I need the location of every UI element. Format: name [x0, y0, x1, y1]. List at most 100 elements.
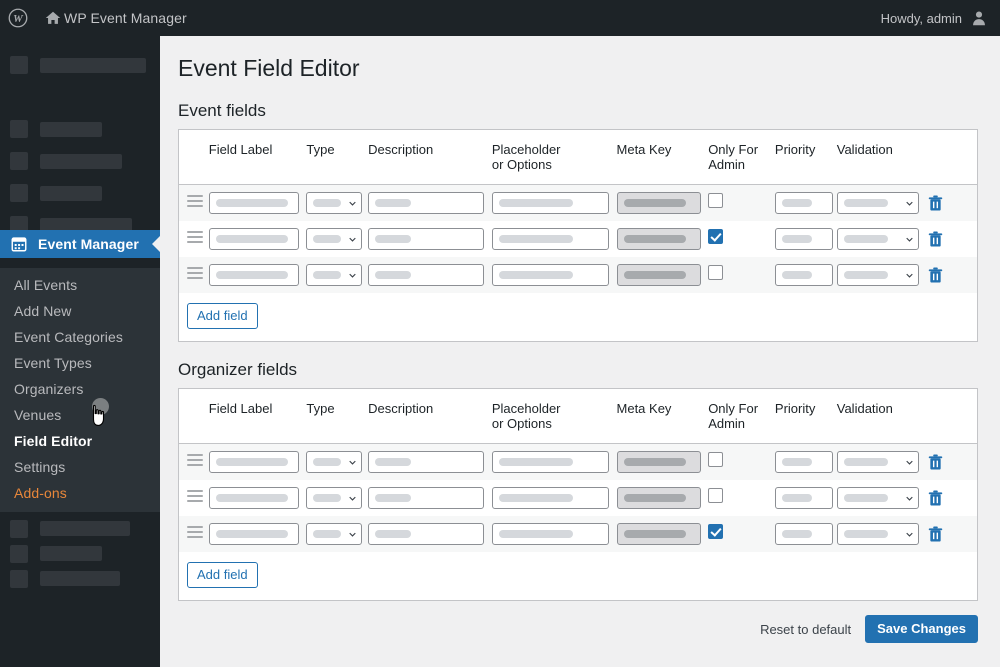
description-input[interactable]: [368, 523, 485, 545]
delete-cell: [928, 257, 977, 293]
drag-handle-cell[interactable]: [179, 444, 209, 481]
trash-icon[interactable]: [928, 230, 943, 248]
user-avatar-icon[interactable]: [970, 9, 988, 27]
drag-handle-icon[interactable]: [187, 195, 203, 207]
admin-bar-right: Howdy, admin: [881, 9, 1000, 27]
form-actions: Reset to default Save Changes: [160, 615, 978, 643]
drag-handle-cell[interactable]: [179, 257, 209, 293]
validation-select[interactable]: [836, 523, 919, 545]
placeholder-input[interactable]: [491, 523, 609, 545]
placeholder-input[interactable]: [491, 487, 609, 509]
only-for-admin-checkbox[interactable]: [708, 193, 724, 208]
only-for-admin-checkbox[interactable]: [708, 452, 724, 467]
drag-handle-cell[interactable]: [179, 221, 209, 257]
type-select[interactable]: [306, 523, 363, 545]
priority-input[interactable]: [774, 451, 833, 473]
sidebar-item-field-editor[interactable]: Field Editor: [0, 428, 160, 454]
field-label-input[interactable]: [208, 487, 299, 509]
placeholder-cell: [491, 516, 617, 552]
add-field-button-event[interactable]: Add field: [187, 303, 258, 329]
validation-select[interactable]: [836, 192, 919, 214]
sidebar-item-organizers[interactable]: Organizers: [0, 376, 160, 402]
sidebar-item-add-new[interactable]: Add New: [0, 298, 160, 324]
wordpress-logo-button[interactable]: W: [0, 0, 36, 36]
section-title-organizer-fields: Organizer fields: [178, 360, 298, 379]
sidebar-item-venues[interactable]: Venues: [0, 402, 160, 428]
type-select[interactable]: [306, 228, 363, 250]
trash-icon[interactable]: [928, 194, 943, 212]
placeholder-input[interactable]: [491, 264, 609, 286]
only-for-admin-checkbox[interactable]: [708, 488, 724, 503]
validation-cell: [836, 185, 929, 222]
reset-to-default-button[interactable]: Reset to default: [760, 622, 851, 637]
trash-icon[interactable]: [928, 266, 943, 284]
priority-input[interactable]: [774, 192, 833, 214]
trash-icon[interactable]: [928, 453, 943, 471]
howdy-greeting[interactable]: Howdy, admin: [881, 11, 962, 26]
priority-input[interactable]: [774, 487, 833, 509]
type-select[interactable]: [306, 192, 363, 214]
meta-key-input: [616, 192, 701, 214]
description-input[interactable]: [368, 192, 485, 214]
only-for-admin-checkbox[interactable]: [708, 524, 724, 539]
sidebar-item-event-categories[interactable]: Event Categories: [0, 324, 160, 350]
field-label-input[interactable]: [208, 264, 299, 286]
trash-icon[interactable]: [928, 525, 943, 543]
chevron-down-icon: [906, 273, 913, 278]
sidebar-item-event-manager[interactable]: Event Manager: [0, 230, 160, 258]
drag-handle-icon[interactable]: [187, 267, 203, 279]
sidebar-skeleton-bottom: [0, 516, 160, 591]
description-cell: [368, 185, 492, 222]
field-label-input[interactable]: [208, 523, 299, 545]
description-input[interactable]: [368, 228, 485, 250]
type-select[interactable]: [306, 264, 363, 286]
sidebar-item-event-types[interactable]: Event Types: [0, 350, 160, 376]
description-input[interactable]: [368, 264, 485, 286]
trash-icon[interactable]: [928, 489, 943, 507]
col-placeholder-line1: Placeholder: [491, 401, 561, 416]
meta-key-cell: [616, 185, 709, 222]
placeholder-input[interactable]: [491, 228, 609, 250]
type-select[interactable]: [306, 487, 363, 509]
col-admin-line2: Admin: [708, 157, 746, 172]
placeholder-cell: [491, 257, 617, 293]
chevron-down-icon: [906, 237, 913, 242]
drag-handle-cell[interactable]: [179, 185, 209, 222]
sidebar-item-settings[interactable]: Settings: [0, 454, 160, 480]
col-admin-line1: Only For: [708, 142, 759, 157]
priority-input[interactable]: [774, 228, 833, 250]
drag-handle-icon[interactable]: [187, 454, 203, 466]
sidebar-item-add-ons[interactable]: Add-ons: [0, 480, 160, 506]
field-label-input[interactable]: [208, 451, 299, 473]
add-field-button-organizer[interactable]: Add field: [187, 562, 258, 588]
save-changes-button[interactable]: Save Changes: [865, 615, 978, 643]
col-only-for-admin: Only For Admin: [708, 130, 775, 185]
description-input[interactable]: [368, 451, 485, 473]
drag-handle-cell[interactable]: [179, 516, 209, 552]
drag-handle-cell[interactable]: [179, 480, 209, 516]
only-for-admin-checkbox[interactable]: [708, 265, 724, 280]
site-home-button[interactable]: WP Event Manager: [36, 0, 195, 36]
drag-handle-icon[interactable]: [187, 490, 203, 502]
validation-select[interactable]: [836, 228, 919, 250]
placeholder-input[interactable]: [491, 451, 609, 473]
field-label-input[interactable]: [208, 228, 299, 250]
sidebar-item-all-events[interactable]: All Events: [0, 272, 160, 298]
meta-key-cell: [616, 221, 709, 257]
only-for-admin-checkbox[interactable]: [708, 229, 724, 244]
event-fields-table: Field Label Type Description Placeholder…: [179, 130, 977, 293]
validation-select[interactable]: [836, 264, 919, 286]
sidebar-skeleton-item: [0, 516, 160, 541]
placeholder-input[interactable]: [491, 192, 609, 214]
priority-input[interactable]: [774, 523, 833, 545]
drag-handle-icon[interactable]: [187, 526, 203, 538]
type-cell: [306, 185, 368, 222]
description-input[interactable]: [368, 487, 485, 509]
sidebar-skeleton-item: [0, 48, 160, 82]
drag-handle-icon[interactable]: [187, 231, 203, 243]
validation-select[interactable]: [836, 451, 919, 473]
type-select[interactable]: [306, 451, 363, 473]
validation-select[interactable]: [836, 487, 919, 509]
field-label-input[interactable]: [208, 192, 299, 214]
priority-input[interactable]: [774, 264, 833, 286]
